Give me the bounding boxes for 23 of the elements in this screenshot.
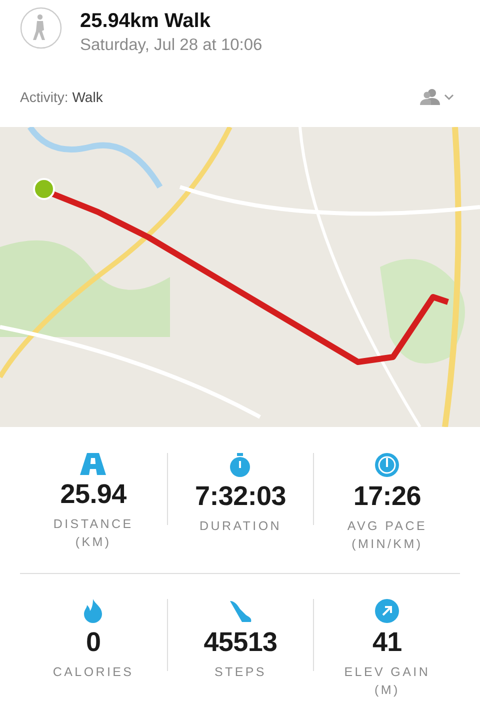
stat-value: 0 bbox=[86, 627, 101, 658]
stat-value: 45513 bbox=[204, 627, 278, 658]
arrow-circle-icon bbox=[375, 599, 400, 623]
stat-value: 7:32:03 bbox=[195, 481, 286, 512]
stat-label: AVG PACE (MIN/KM) bbox=[347, 518, 427, 553]
stat-value: 17:26 bbox=[353, 481, 421, 512]
stat-value: 25.94 bbox=[60, 479, 126, 510]
activity-type: Walk bbox=[72, 88, 104, 104]
stat-label: CALORIES bbox=[52, 664, 134, 681]
stat-label: DURATION bbox=[200, 518, 282, 535]
stopwatch-icon bbox=[229, 453, 252, 477]
activity-label: Activity: bbox=[20, 88, 68, 104]
gauge-icon bbox=[375, 453, 400, 477]
walking-person-icon bbox=[20, 7, 62, 49]
shoe-icon bbox=[228, 599, 252, 623]
activity-date: Saturday, Jul 28 at 10:06 bbox=[80, 36, 262, 55]
stat-label: STEPS bbox=[214, 664, 266, 681]
stat-label: ELEV GAIN (M) bbox=[344, 664, 430, 699]
stat-label: DISTANCE (KM) bbox=[53, 516, 134, 551]
flame-icon bbox=[84, 599, 102, 623]
stat-value: 41 bbox=[372, 627, 402, 658]
activity-title: 25.94km Walk bbox=[80, 10, 212, 33]
road-icon bbox=[80, 453, 106, 475]
